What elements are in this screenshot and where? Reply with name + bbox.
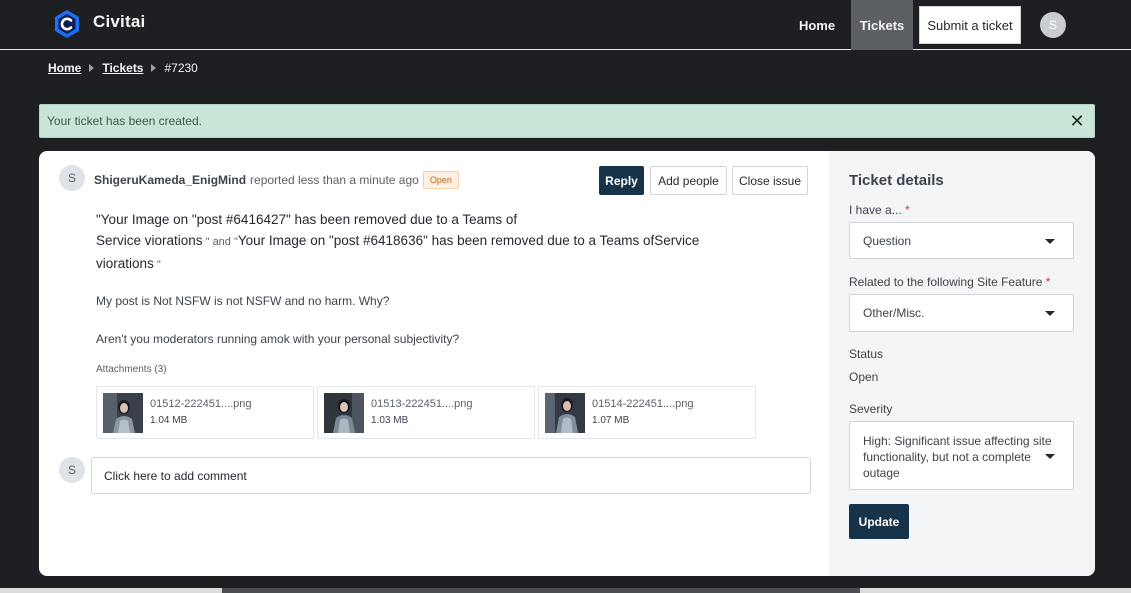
caret-down-icon <box>1045 453 1055 459</box>
attachment-item[interactable]: 01513-222451....png 1.03 MB <box>317 386 535 439</box>
attachment-size: 1.04 MB <box>150 415 188 426</box>
required-mark: * <box>905 203 910 217</box>
reply-button[interactable]: Reply <box>599 166 644 195</box>
attachment-size: 1.07 MB <box>592 415 630 426</box>
reporter-name[interactable]: ShigeruKameda_EnigMind <box>94 173 246 187</box>
severity-select[interactable]: High: Significant issue affecting site f… <box>849 421 1074 490</box>
breadcrumb-home-link[interactable]: Home <box>48 61 81 75</box>
reported-time: reported less than a minute ago <box>250 173 419 187</box>
reporter-avatar: S <box>59 165 85 191</box>
nav-tickets-link[interactable]: Tickets <box>851 0 913 50</box>
reporter-line: ShigeruKameda_EnigMind reported less tha… <box>94 171 459 189</box>
site-feature-select[interactable]: Other/Misc. <box>849 294 1074 332</box>
i-have-value: Question <box>863 233 912 248</box>
close-issue-button[interactable]: Close issue <box>732 166 808 195</box>
i-have-label: I have a... * <box>849 203 910 217</box>
message-paragraph: Aren't you moderators running amok with … <box>96 332 460 346</box>
site-feature-value: Other/Misc. <box>863 306 925 320</box>
attachment-name: 01512-222451....png <box>150 398 252 410</box>
ticket-message: "Your Image on "post #6416427" has been … <box>96 209 746 276</box>
alert-message: Your ticket has been created. <box>47 114 202 128</box>
civitai-logo-icon[interactable] <box>52 9 82 39</box>
breadcrumb-tickets-link[interactable]: Tickets <box>102 61 143 75</box>
status-badge: Open <box>422 171 459 189</box>
message-paragraph: My post is Not NSFW is not NSFW and no h… <box>96 294 390 308</box>
message-line: Service viorations " and "Your Image on … <box>96 233 700 248</box>
attachment-name: 01513-222451....png <box>371 398 473 410</box>
site-feature-label: Related to the following Site Feature * <box>849 275 1051 289</box>
add-comment-input[interactable]: Click here to add comment <box>91 457 811 494</box>
attachment-name: 01514-222451....png <box>592 398 694 410</box>
attachment-item[interactable]: 01514-222451....png 1.07 MB <box>538 386 756 439</box>
bottom-scroll-strip <box>0 588 1131 593</box>
nav-home-link[interactable]: Home <box>790 0 844 50</box>
attachment-thumbnail <box>324 393 364 433</box>
i-have-select[interactable]: Question <box>849 222 1074 259</box>
status-label: Status <box>849 347 884 361</box>
message-line: "Your Image on "post #6416427" has been … <box>96 212 518 227</box>
update-button[interactable]: Update <box>849 504 909 539</box>
message-line: viorations " <box>96 256 161 271</box>
ticket-details-title: Ticket details <box>849 172 944 189</box>
severity-value: High: Significant issue affecting site f… <box>863 433 1052 480</box>
alert-close-icon[interactable]: ✕ <box>1068 112 1086 130</box>
caret-down-icon <box>1045 311 1055 316</box>
ticket-card: S ShigeruKameda_EnigMind reported less t… <box>39 151 1095 576</box>
attachment-thumbnail <box>103 393 143 433</box>
breadcrumb-current: #7230 <box>164 61 198 75</box>
required-mark: * <box>1045 275 1051 289</box>
severity-label: Severity <box>849 402 893 416</box>
comment-avatar: S <box>59 457 85 483</box>
caret-down-icon <box>1045 238 1055 244</box>
breadcrumb: Home Tickets #7230 <box>48 60 198 76</box>
breadcrumb-separator-icon <box>151 64 157 72</box>
add-people-button[interactable]: Add people <box>650 166 727 195</box>
top-navbar: Civitai Home Tickets Submit a ticket S <box>0 0 1131 50</box>
user-avatar[interactable]: S <box>1040 12 1066 38</box>
attachment-thumbnail <box>545 393 585 433</box>
brand-name[interactable]: Civitai <box>93 12 145 32</box>
success-alert: Your ticket has been created. ✕ <box>39 104 1095 138</box>
submit-ticket-button[interactable]: Submit a ticket <box>919 6 1021 44</box>
status-value: Open <box>849 370 879 384</box>
attachment-size: 1.03 MB <box>371 415 409 426</box>
attachments-label: Attachments (3) <box>96 364 167 375</box>
ticket-details-panel: Ticket details I have a... * Question Re… <box>829 151 1095 576</box>
attachment-item[interactable]: 01512-222451....png 1.04 MB <box>96 386 314 439</box>
breadcrumb-separator-icon <box>89 64 95 72</box>
